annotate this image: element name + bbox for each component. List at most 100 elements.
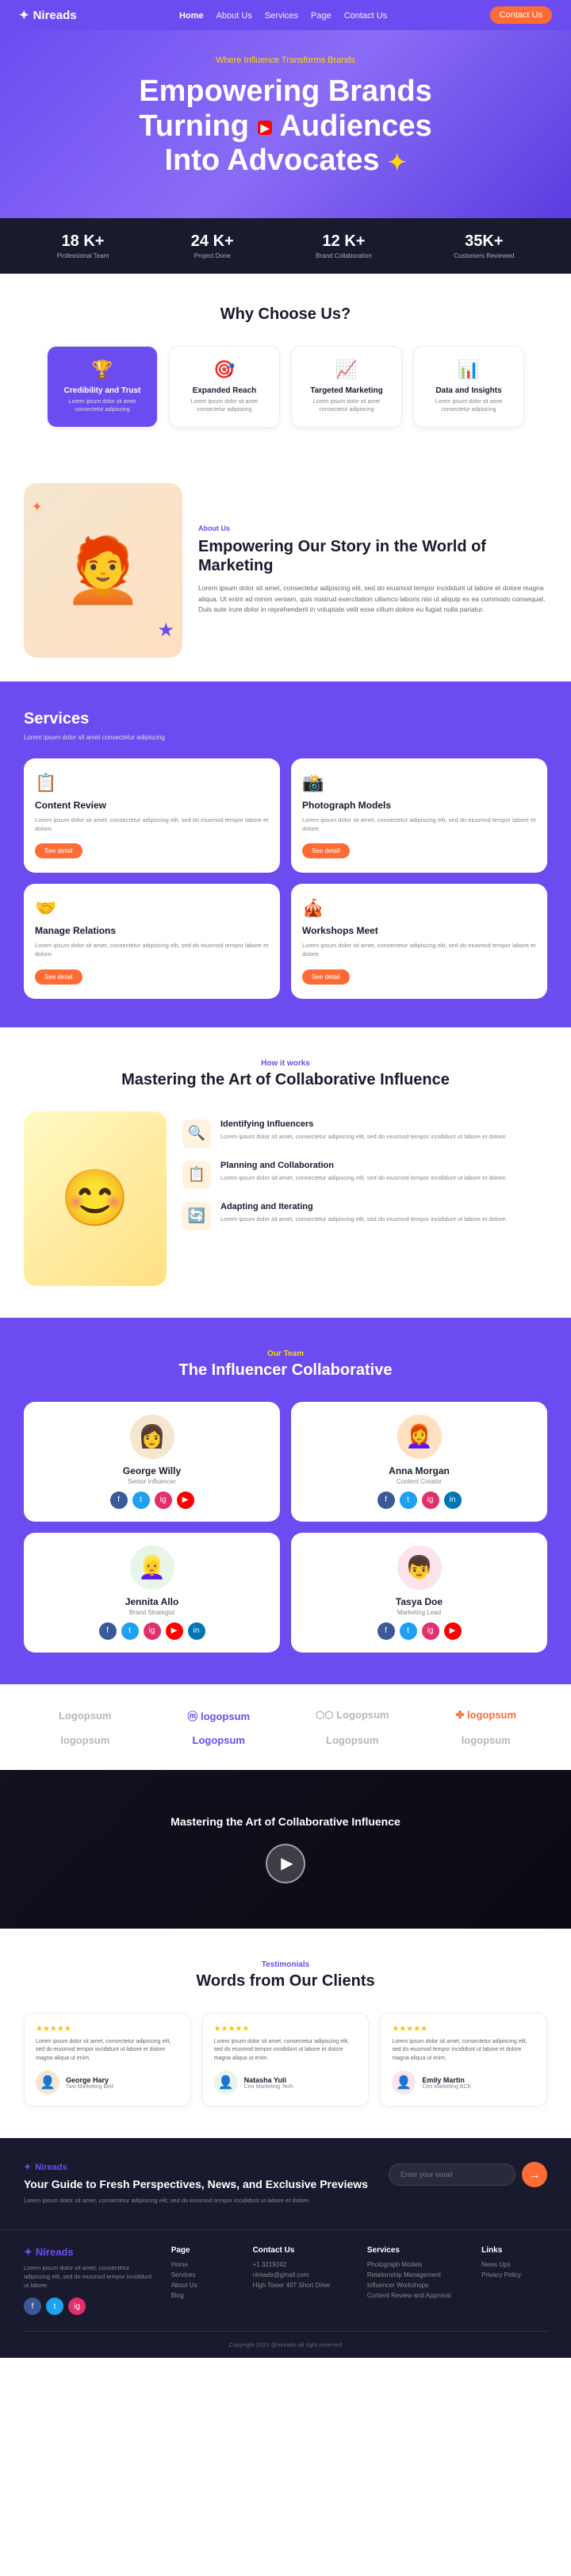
how-step-icon-0: 🔍 — [182, 1119, 211, 1148]
stat-number-0: 18 K+ — [57, 232, 109, 251]
stat-number-2: 12 K+ — [316, 232, 372, 251]
newsletter-email-input[interactable] — [389, 2163, 515, 2186]
how-step-text-0: Lorem ipsum dolor sit amet, consectetur … — [220, 1132, 507, 1141]
how-step-icon-1: 📋 — [182, 1161, 211, 1189]
services-title: Services — [24, 710, 547, 728]
social-in-2[interactable]: in — [188, 1622, 205, 1640]
social-ig-0[interactable]: ig — [155, 1491, 172, 1509]
social-ig-3[interactable]: ig — [422, 1622, 439, 1640]
footer-address: High Tower 407 Short Drive — [253, 2282, 351, 2289]
social-ig-2[interactable]: ig — [144, 1622, 161, 1640]
team-sub-label: Our Team — [24, 1349, 547, 1358]
team-avatar-3: 👦 — [397, 1545, 442, 1590]
service-btn-0[interactable]: See detail — [35, 843, 82, 858]
social-yt-0[interactable]: ▶ — [177, 1491, 194, 1509]
hero-line2: Turning — [139, 109, 249, 143]
footer-social-tw[interactable]: t — [46, 2298, 63, 2315]
team-role-1: Content Creator — [397, 1478, 442, 1485]
footer-brand-col: ✦ Nireads Lorem ipsum dolor sit amet, co… — [24, 2246, 155, 2316]
newsletter-desc: Lorem ipsum dolor sit amet, consectetur … — [24, 2196, 373, 2205]
services-section: Services Lorem ipsum dolor sit amet cons… — [0, 681, 571, 1027]
social-fb-0[interactable]: f — [110, 1491, 128, 1509]
nav-about[interactable]: About Us — [217, 11, 252, 21]
footer-page-home[interactable]: Home — [171, 2261, 237, 2268]
footer-service-0[interactable]: Photograph Models — [367, 2261, 466, 2268]
why-card-icon-0: 🏆 — [57, 359, 148, 380]
about-star2: ✦ — [32, 499, 42, 515]
hero-headline: Empowering Brands Turning ▶ Audiences In… — [32, 75, 539, 179]
team-name-3: Tasya Doe — [396, 1596, 443, 1607]
footer-service-2[interactable]: Influencer Workshops — [367, 2282, 466, 2289]
logo-3: ✤ logopsum — [455, 1709, 516, 1722]
testimonial-card-2: ★★★★★ Lorem ipsum dolor sit amet, consec… — [380, 2013, 547, 2107]
footer-page-services[interactable]: Services — [171, 2271, 237, 2278]
service-btn-2[interactable]: See detail — [35, 969, 82, 985]
why-card-3[interactable]: 📊 Data and Insights Lorem ipsum dolor si… — [413, 346, 524, 428]
about-star: ★ — [157, 619, 174, 642]
nav-contact[interactable]: Contact Us — [344, 11, 387, 21]
footer-social-ig[interactable]: ig — [68, 2298, 86, 2315]
social-tw-2[interactable]: t — [121, 1622, 139, 1640]
social-tw-0[interactable]: t — [132, 1491, 150, 1509]
social-tw-3[interactable]: t — [400, 1622, 417, 1640]
testimonial-role-1: Ceo Marketing Tech — [244, 2084, 293, 2090]
nav-services[interactable]: Services — [265, 11, 298, 21]
nav-contact-button[interactable]: Contact Us — [490, 6, 552, 24]
team-card-3: 👦 Tasya Doe Marketing Lead f t ig ▶ — [291, 1533, 547, 1653]
footer-social-fb[interactable]: f — [24, 2298, 41, 2315]
team-avatar-1: 👩‍🦰 — [397, 1415, 442, 1459]
how-sub-label: How it works — [24, 1059, 547, 1068]
social-tw-1[interactable]: t — [400, 1491, 417, 1509]
social-yt-2[interactable]: ▶ — [166, 1622, 183, 1640]
service-btn-1[interactable]: See detail — [302, 843, 350, 858]
logo-icon: ✦ — [19, 8, 29, 22]
testimonial-text-0: Lorem ipsum dolor sit amet, consectetur … — [36, 2038, 179, 2063]
play-icon: ▶ — [281, 1853, 293, 1873]
social-in-1[interactable]: in — [444, 1491, 462, 1509]
social-fb-3[interactable]: f — [377, 1622, 395, 1640]
nav-page[interactable]: Page — [311, 11, 331, 21]
why-card-title-1: Expanded Reach — [179, 386, 270, 395]
why-card-title-0: Credibility and Trust — [57, 386, 148, 395]
stat-number-1: 24 K+ — [191, 232, 234, 251]
why-card-0[interactable]: 🏆 Credibility and Trust Lorem ipsum dolo… — [47, 346, 158, 428]
video-section: Mastering the Art of Collaborative Influ… — [0, 1770, 571, 1929]
team-socials-2: f t ig ▶ in — [99, 1622, 205, 1640]
footer-brand-name: Nireads — [36, 2246, 74, 2258]
testimonial-stars-1: ★★★★★ — [214, 2025, 358, 2033]
how-section: How it works Mastering the Art of Collab… — [0, 1027, 571, 1318]
how-step-title-0: Identifying Influencers — [220, 1119, 507, 1129]
newsletter-content: ✦ Nireads Your Guide to Fresh Perspectiv… — [24, 2162, 373, 2205]
why-card-title-2: Targeted Marketing — [301, 386, 392, 395]
why-card-1[interactable]: 🎯 Expanded Reach Lorem ipsum dolor sit a… — [169, 346, 280, 428]
service-btn-3[interactable]: See detail — [302, 969, 350, 985]
footer-page-blog[interactable]: Blog — [171, 2292, 237, 2299]
social-fb-2[interactable]: f — [99, 1622, 117, 1640]
nav-home[interactable]: Home — [179, 11, 204, 21]
team-name-2: Jennita Allo — [125, 1596, 179, 1607]
newsletter-submit-button[interactable]: → — [522, 2162, 547, 2187]
brand-logo[interactable]: ✦ Nireads — [19, 8, 77, 22]
footer-link-0[interactable]: News Ups — [481, 2261, 547, 2268]
video-title: Mastering the Art of Collaborative Influ… — [171, 1815, 400, 1828]
footer-brand: ✦ Nireads — [24, 2246, 155, 2259]
stats-bar: 18 K+ Professional Team 24 K+ Project Do… — [0, 218, 571, 274]
logos-section: Logopsum ⓜ logopsum ⬡⬡ Logopsum ✤ logops… — [0, 1684, 571, 1770]
footer-service-3[interactable]: Content Review and Approval — [367, 2292, 466, 2299]
testimonial-stars-2: ★★★★★ — [392, 2025, 535, 2033]
footer-service-1[interactable]: Relationship Management — [367, 2271, 466, 2278]
social-fb-1[interactable]: f — [377, 1491, 395, 1509]
footer-link-1[interactable]: Privacy Policy — [481, 2271, 547, 2278]
testimonial-role-0: Two Marketing Bird — [66, 2084, 113, 2090]
footer-email: nireads@gmail.com — [253, 2271, 351, 2278]
social-ig-1[interactable]: ig — [422, 1491, 439, 1509]
about-person-emoji: 🧑‍🦰 — [63, 539, 143, 602]
how-step-text-1: Lorem ipsum dolor sit amet, consectetur … — [220, 1173, 507, 1182]
social-yt-3[interactable]: ▶ — [444, 1622, 462, 1640]
how-step-2: 🔄 Adapting and Iterating Lorem ipsum dol… — [182, 1202, 547, 1230]
play-button[interactable]: ▶ — [266, 1844, 305, 1883]
why-card-2[interactable]: 📈 Targeted Marketing Lorem ipsum dolor s… — [291, 346, 402, 428]
hero-tagline: Where Influence Transforms Brands — [32, 56, 539, 65]
about-title: Empowering Our Story in the World of Mar… — [198, 537, 547, 575]
footer-page-about[interactable]: About Us — [171, 2282, 237, 2289]
